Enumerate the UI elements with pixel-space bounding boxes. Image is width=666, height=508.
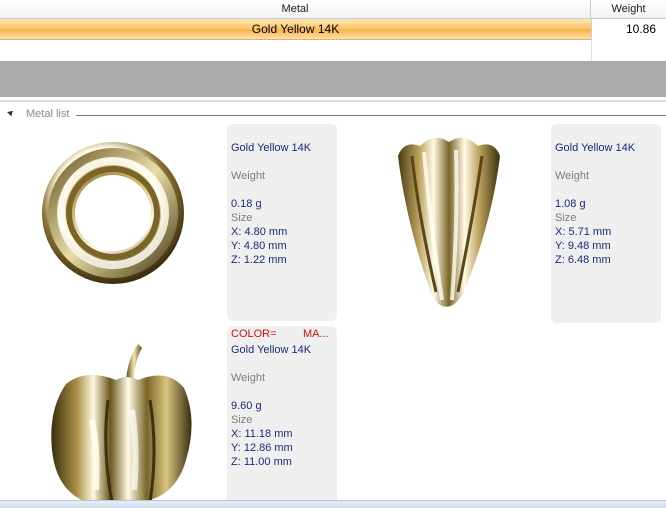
ring-thumbnail	[42, 142, 184, 284]
bottom-scrollbar[interactable]	[0, 500, 666, 508]
weight-label: Weight	[555, 170, 590, 182]
pepper-thumbnail	[51, 344, 192, 502]
metal-list-title: Metal list	[26, 108, 70, 120]
group-divider	[76, 115, 666, 116]
empty-area	[0, 61, 666, 97]
column-separator	[591, 40, 592, 61]
color-value: MA...	[303, 328, 329, 340]
size-y: Y: 9.48 mm	[555, 240, 611, 252]
size-z: Z: 6.48 mm	[555, 254, 611, 266]
color-label: COLOR=	[231, 328, 277, 340]
metal-info-panel: Gold Yellow 14K Weight 0.18 g Size X: 4.…	[227, 124, 337, 321]
weight-value: 0.18 g	[231, 198, 262, 210]
metal-info-panel: Gold Yellow 14K Weight 1.08 g Size X: 5.…	[551, 124, 661, 323]
metal-info-panel: COLOR= MA... Gold Yellow 14K Weight 9.60…	[227, 326, 337, 504]
grid-header: Metal Weight	[0, 0, 666, 19]
metal-name: Gold Yellow 14K	[555, 142, 636, 154]
collapse-arrow-icon[interactable]	[7, 108, 15, 117]
size-x: X: 4.80 mm	[231, 226, 288, 238]
size-y: Y: 12.86 mm	[231, 442, 293, 454]
cell-metal[interactable]: Gold Yellow 14K	[0, 19, 591, 40]
size-z: Z: 11.00 mm	[231, 456, 292, 468]
column-header-weight[interactable]: Weight	[591, 0, 666, 19]
cone-thumbnail	[398, 137, 500, 307]
column-header-metal[interactable]: Metal	[0, 0, 591, 19]
size-label: Size	[555, 212, 577, 224]
size-z: Z: 1.22 mm	[231, 254, 287, 266]
metal-list-group-header[interactable]: Metal list	[0, 106, 666, 122]
weight-value: 1.08 g	[555, 198, 586, 210]
weight-label: Weight	[231, 170, 266, 182]
table-row[interactable]: Gold Yellow 14K 10.86	[0, 19, 666, 40]
divider	[0, 100, 666, 102]
cell-weight[interactable]: 10.86	[591, 19, 666, 40]
size-label: Size	[231, 414, 253, 426]
metal-name: Gold Yellow 14K	[231, 142, 312, 154]
size-y: Y: 4.80 mm	[231, 240, 287, 252]
weight-label: Weight	[231, 372, 266, 384]
metal-name: Gold Yellow 14K	[231, 344, 312, 356]
size-x: X: 5.71 mm	[555, 226, 612, 238]
weight-value: 9.60 g	[231, 400, 262, 412]
size-x: X: 11.18 mm	[231, 428, 293, 440]
table-row-empty[interactable]	[0, 40, 666, 61]
size-label: Size	[231, 212, 253, 224]
